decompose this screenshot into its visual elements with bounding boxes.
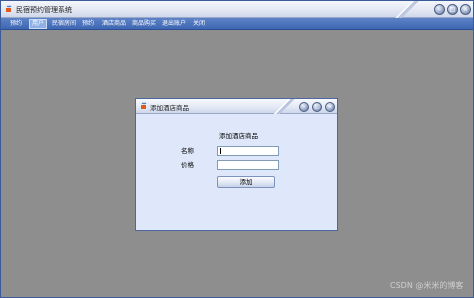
minimize-button[interactable]: – bbox=[434, 4, 445, 15]
form-heading: 添加酒店商品 bbox=[219, 132, 258, 140]
menu-item-reservation[interactable]: 预约 bbox=[8, 19, 24, 29]
java-cup-icon bbox=[6, 5, 12, 12]
menu-item-booking[interactable]: 预约 bbox=[80, 19, 96, 29]
text-caret bbox=[220, 148, 221, 154]
maximize-button[interactable]: □ bbox=[447, 4, 458, 15]
price-label: 价格 bbox=[181, 161, 194, 169]
name-label: 名称 bbox=[181, 147, 194, 155]
dialog-title: 添加酒店商品 bbox=[150, 104, 189, 112]
title-decoration bbox=[266, 99, 302, 114]
java-cup-icon bbox=[141, 102, 147, 109]
window-title: 民宿预约管理系统 bbox=[16, 6, 72, 14]
menu-item-close[interactable]: 关闭 bbox=[191, 19, 207, 29]
menu-item-rooms[interactable]: 民宿房间 bbox=[50, 19, 78, 29]
dialog-title-bar[interactable]: 添加酒店商品 – □ × bbox=[136, 99, 337, 114]
dialog-maximize-button[interactable]: □ bbox=[312, 102, 322, 112]
menu-item-hotel-goods[interactable]: 酒店商品 bbox=[100, 19, 128, 29]
dialog-close-button[interactable]: × bbox=[325, 102, 335, 112]
menu-item-user[interactable]: 用户 bbox=[29, 19, 48, 29]
menu-item-purchase[interactable]: 商品购买 bbox=[130, 19, 158, 29]
menu-bar: 预约 用户 民宿房间 预约 酒店商品 商品购买 退出账户 关闭 bbox=[1, 18, 473, 30]
minimize-icon: – bbox=[302, 104, 306, 110]
price-input[interactable] bbox=[217, 160, 279, 170]
menu-item-logout[interactable]: 退出账户 bbox=[160, 19, 188, 29]
add-goods-dialog: 添加酒店商品 – □ × 添加酒店商品 名称 价格 添加 bbox=[135, 98, 338, 231]
watermark: CSDN @米米的博客 bbox=[390, 281, 464, 290]
maximize-icon: □ bbox=[449, 6, 456, 13]
add-button[interactable]: 添加 bbox=[217, 176, 275, 188]
close-icon: × bbox=[462, 6, 469, 13]
main-title-bar[interactable]: 民宿预约管理系统 – □ × bbox=[1, 1, 473, 18]
minimize-icon: – bbox=[438, 6, 441, 13]
dialog-body: 添加酒店商品 名称 价格 添加 bbox=[136, 115, 337, 230]
dialog-minimize-button[interactable]: – bbox=[299, 102, 309, 112]
maximize-icon: □ bbox=[314, 104, 320, 110]
close-icon: × bbox=[327, 104, 333, 110]
title-decoration bbox=[381, 1, 433, 18]
close-button[interactable]: × bbox=[460, 4, 471, 15]
name-input[interactable] bbox=[217, 146, 279, 156]
